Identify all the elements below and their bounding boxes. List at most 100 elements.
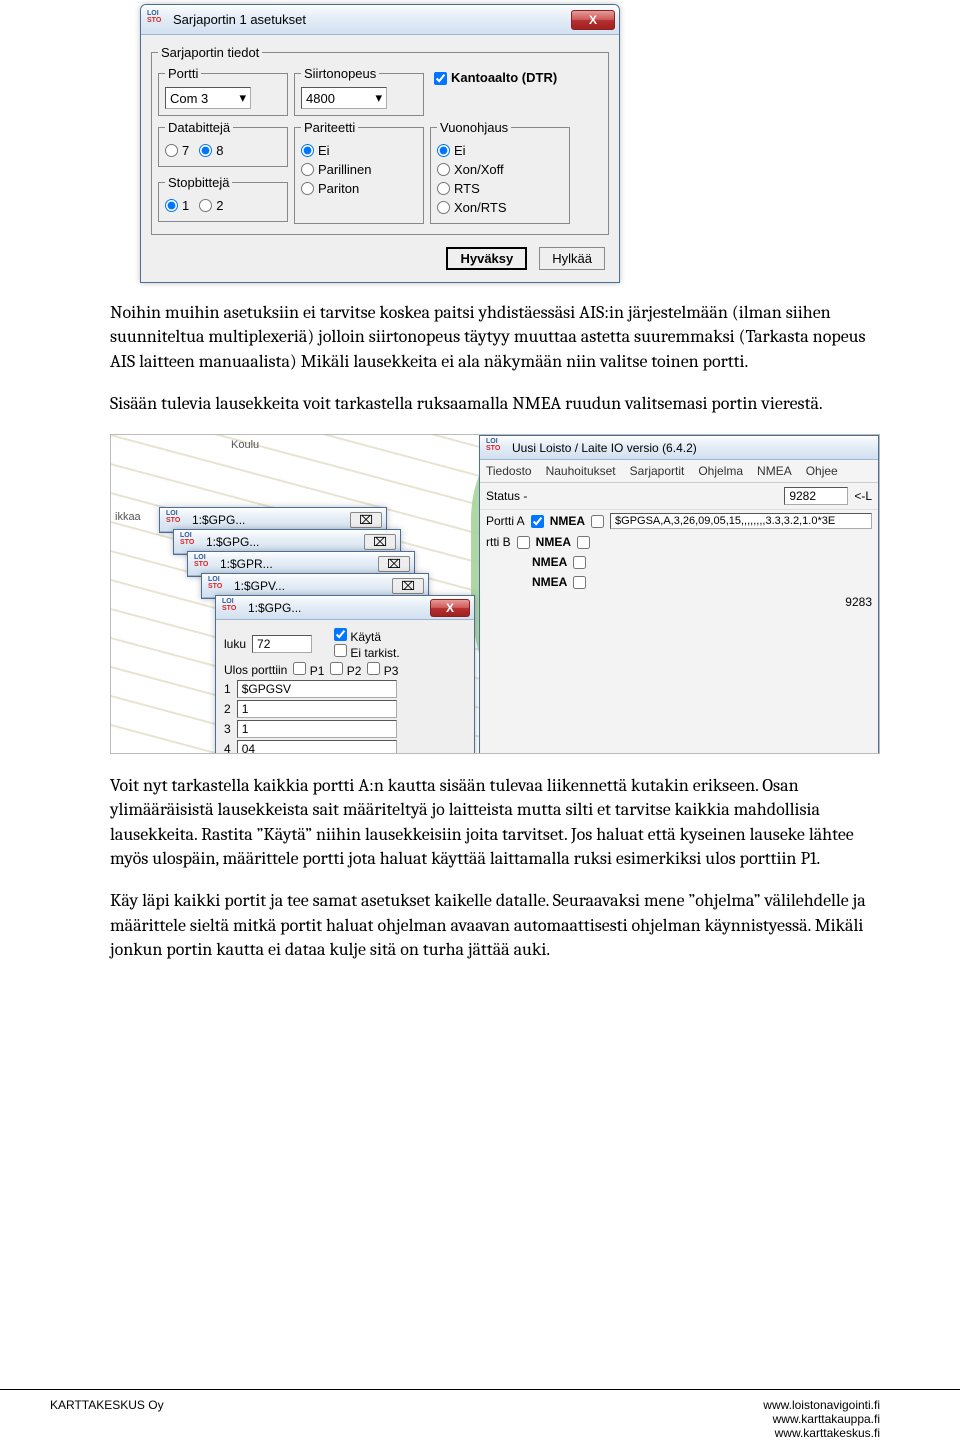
port-c-nmea-checkbox[interactable] — [573, 556, 586, 569]
paragraph-3: Voit nyt tarkastella kaikkia portti A:n … — [110, 774, 880, 871]
stack-title: 1:$GPV... — [234, 579, 392, 593]
port-b-checkbox[interactable] — [517, 536, 530, 549]
status-icon: <-L — [854, 489, 872, 503]
port-a-nmea-checkbox[interactable] — [591, 515, 604, 528]
databits-7[interactable]: 7 — [165, 143, 189, 158]
port-a-data: $GPGSA,A,3,26,09,05,15,,,,,,,,3.3,3.2,1.… — [610, 513, 872, 529]
port-label: rtti B — [486, 535, 511, 549]
row-val[interactable]: 1 — [237, 720, 397, 738]
menu-nmea[interactable]: NMEA — [757, 464, 792, 478]
nmea-front-window: LOISTO1:$GPG...X luku 72 Käytä Ei tarkis… — [215, 595, 475, 754]
close-icon[interactable]: X — [430, 599, 470, 617]
carrier-checkbox-label[interactable]: Kantoaalto (DTR) — [430, 66, 570, 120]
io-title: Uusi Loisto / Laite IO versio (6.4.2) — [512, 441, 874, 455]
row-val[interactable]: 04 — [237, 740, 397, 754]
chevron-down-icon: ▾ — [239, 90, 246, 106]
menu-program[interactable]: Ohjelma — [698, 464, 743, 478]
menu-help[interactable]: Ohjee — [806, 464, 838, 478]
map-label: Koulu — [231, 439, 259, 451]
flow-rts[interactable]: RTS — [437, 181, 480, 196]
map-label: ikkaa — [115, 511, 141, 523]
databits-8[interactable]: 8 — [199, 143, 223, 158]
close-icon[interactable]: X — [571, 10, 615, 30]
footer-link: www.loistonavigointi.fi — [763, 1398, 880, 1412]
flow-xonrts[interactable]: Xon/RTS — [437, 200, 507, 215]
dialog-title: Sarjaportin 1 asetukset — [173, 12, 571, 27]
group-legend: Sarjaportin tiedot — [158, 45, 262, 60]
speed-legend: Siirtonopeus — [301, 66, 379, 81]
parity-none[interactable]: Ei — [301, 143, 330, 158]
speed-select[interactable]: 4800 ▾ — [301, 87, 387, 109]
stopbits-group: Stopbittejä 1 2 — [158, 175, 288, 222]
stopbits-1[interactable]: 1 — [165, 198, 189, 213]
row-num: 1 — [224, 682, 231, 696]
row-val[interactable]: 1 — [237, 700, 397, 718]
nmea-label: NMEA — [550, 514, 585, 528]
port-a-row: Portti A NMEA $GPGSA,A,3,26,09,05,15,,,,… — [480, 510, 878, 532]
port-d-row: NMEA — [480, 572, 878, 592]
parity-odd[interactable]: Pariton — [301, 181, 359, 196]
nmea-label: NMEA — [536, 535, 571, 549]
window-buttons[interactable]: ⌧ — [378, 556, 410, 572]
port-label: Portti A — [486, 514, 525, 528]
speed-group: Siirtonopeus 4800 ▾ — [294, 66, 424, 116]
serial-port-info-group: Sarjaportin tiedot Portti Com 3 ▾ Siirto… — [151, 45, 609, 235]
window-buttons[interactable]: ⌧ — [364, 534, 396, 550]
io-screenshot: Koulu ikkaa Hagalund Koulu LOISTO Uusi L… — [110, 434, 880, 754]
page-footer: KARTTAKESKUS Oy www.loistonavigointi.fi … — [0, 1389, 960, 1440]
port-select[interactable]: Com 3 ▾ — [165, 87, 251, 109]
paragraph-4: Käy läpi kaikki portit ja tee samat aset… — [110, 889, 880, 962]
p1-checkbox[interactable]: P1 — [293, 662, 324, 678]
carrier-checkbox[interactable] — [434, 72, 447, 85]
footer-link: www.karttakeskus.fi — [763, 1426, 880, 1440]
speed-value: 4800 — [306, 91, 335, 106]
window-buttons[interactable]: ⌧ — [392, 578, 424, 594]
serial-port-settings-dialog: LOISTO Sarjaportin 1 asetukset X Sarjapo… — [140, 4, 620, 283]
p2-checkbox[interactable]: P2 — [330, 662, 361, 678]
stack-title: 1:$GPR... — [220, 557, 378, 571]
luku-value[interactable]: 72 — [252, 635, 312, 653]
port-value: Com 3 — [170, 91, 208, 106]
parity-group: Pariteetti Ei Parillinen Pariton — [294, 120, 424, 224]
stopbits-2[interactable]: 2 — [199, 198, 223, 213]
port-b-nmea-checkbox[interactable] — [577, 536, 590, 549]
io-menu: Tiedosto Nauhoitukset Sarjaportit Ohjelm… — [480, 460, 878, 483]
menu-recordings[interactable]: Nauhoitukset — [546, 464, 616, 478]
app-icon: LOISTO — [486, 438, 506, 458]
second-num[interactable]: 9283 — [845, 595, 872, 609]
window-buttons[interactable]: ⌧ — [350, 512, 382, 528]
port-c-row: NMEA — [480, 552, 878, 572]
row-num: 4 — [224, 742, 231, 754]
row-num: 3 — [224, 722, 231, 736]
menu-file[interactable]: Tiedosto — [486, 464, 532, 478]
port-group: Portti Com 3 ▾ — [158, 66, 288, 116]
titlebar: LOISTO Sarjaportin 1 asetukset X — [141, 5, 619, 35]
p3-checkbox[interactable]: P3 — [367, 662, 398, 678]
kayta-checkbox[interactable]: Käytä — [334, 630, 381, 644]
footer-link: www.karttakauppa.fi — [763, 1412, 880, 1426]
accept-button[interactable]: Hyväksy — [446, 247, 527, 270]
parity-even[interactable]: Parillinen — [301, 162, 371, 177]
row-val[interactable]: $GPGSV — [237, 680, 397, 698]
ulos-label: Ulos porttiin — [224, 663, 287, 677]
flow-group: Vuonohjaus Ei Xon/Xoff RTS Xon/RTS — [430, 120, 570, 224]
port-a-checkbox[interactable] — [531, 515, 544, 528]
status-num[interactable]: 9282 — [784, 487, 848, 505]
flow-legend: Vuonohjaus — [437, 120, 511, 135]
stopbits-legend: Stopbittejä — [165, 175, 232, 190]
carrier-text: Kantoaalto (DTR) — [451, 70, 557, 85]
stack-title: 1:$GPG... — [206, 535, 364, 549]
databits-group: Databittejä 7 8 — [158, 120, 288, 167]
eitarkist-checkbox[interactable]: Ei tarkist. — [334, 646, 400, 660]
chevron-down-icon: ▾ — [375, 90, 382, 106]
nmea-label: NMEA — [532, 555, 567, 569]
flow-none[interactable]: Ei — [437, 143, 466, 158]
reject-button[interactable]: Hylkää — [539, 247, 605, 270]
app-icon: LOISTO — [147, 10, 167, 30]
menu-serialports[interactable]: Sarjaportit — [630, 464, 685, 478]
port-b-row: rtti B NMEA — [480, 532, 878, 552]
luku-label: luku — [224, 637, 246, 651]
port-d-nmea-checkbox[interactable] — [573, 576, 586, 589]
status-label: Status - — [486, 489, 527, 503]
flow-xonxoff[interactable]: Xon/Xoff — [437, 162, 504, 177]
